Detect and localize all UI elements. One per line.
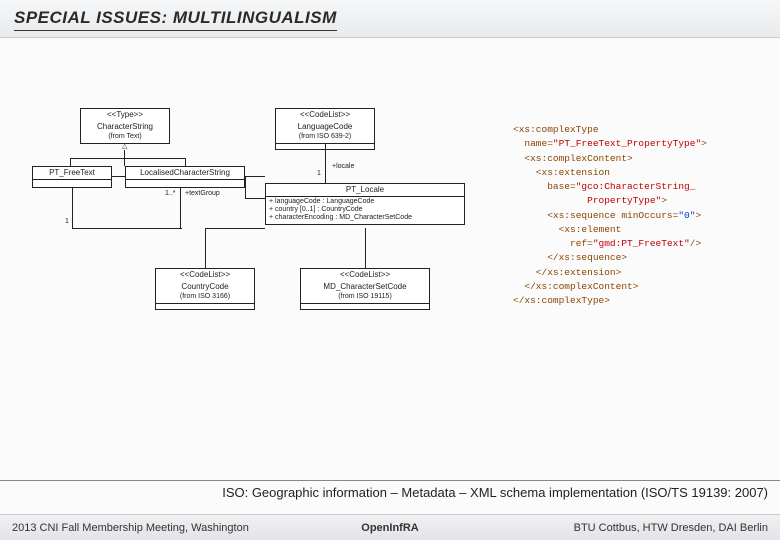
footer-right: BTU Cottbus, HTW Dresden, DAI Berlin: [574, 522, 768, 534]
slide-header: SPECIAL ISSUES: MULTILINGUALISM: [0, 0, 780, 38]
uml-class-countrycode: <<CodeList>> CountryCode (from ISO 3166): [155, 268, 255, 310]
uml-name: LanguageCode: [276, 121, 374, 133]
uml-role: +locale: [332, 163, 354, 170]
uml-diagram: <<Type>> CharacterString (from Text) △ P…: [20, 108, 480, 368]
uml-stereo: <<CodeList>>: [301, 269, 429, 281]
uml-connector: [325, 143, 326, 183]
uml-name: CountryCode: [156, 281, 254, 293]
uml-class-characterstring: <<Type>> CharacterString (from Text): [80, 108, 170, 144]
uml-class-ptfreetext: PT_FreeText: [32, 166, 112, 188]
uml-mult: 1: [317, 170, 321, 177]
uml-connector: [245, 176, 246, 198]
uml-stereo: <<CodeList>>: [276, 109, 374, 121]
uml-connector: [180, 188, 181, 228]
uml-mult: 1..*: [165, 190, 176, 197]
uml-connector: [72, 228, 182, 229]
footer-left: 2013 CNI Fall Membership Meeting, Washin…: [12, 522, 249, 534]
slide-title: SPECIAL ISSUES: MULTILINGUALISM: [14, 8, 337, 31]
uml-connector: [245, 176, 265, 177]
uml-name: PT_FreeText: [33, 167, 111, 179]
uml-connector: [72, 188, 73, 228]
uml-class-ptlocale: PT_Locale + languageCode : LanguageCode …: [265, 183, 465, 225]
uml-connector: [245, 198, 265, 199]
diagram-caption: ISO: Geographic information – Metadata –…: [0, 480, 780, 500]
uml-name: PT_Locale: [266, 184, 464, 196]
uml-stereo: <<Type>>: [81, 109, 169, 121]
uml-class-localisedcharstring: LocalisedCharacterString: [125, 166, 245, 188]
uml-stereo: <<CodeList>>: [156, 269, 254, 281]
uml-inheritance-arrow: △: [122, 142, 127, 150]
uml-empty: [33, 179, 111, 187]
uml-connector: [112, 176, 125, 177]
uml-mult: 1: [65, 218, 69, 225]
uml-connector: [365, 228, 366, 268]
uml-empty: [301, 303, 429, 309]
footer-center: OpenInfRA: [361, 522, 418, 534]
uml-name: LocalisedCharacterString: [126, 167, 244, 179]
uml-connector: [70, 158, 71, 166]
uml-connector: [185, 158, 186, 166]
uml-from: (from ISO 639-2): [276, 132, 374, 142]
uml-class-mdcharset: <<CodeList>> MD_CharacterSetCode (from I…: [300, 268, 430, 310]
uml-name: CharacterString: [81, 121, 169, 133]
slide-footer: 2013 CNI Fall Membership Meeting, Washin…: [0, 514, 780, 540]
uml-connector: [205, 228, 265, 229]
uml-empty: [156, 303, 254, 309]
uml-connector: [205, 228, 206, 268]
slide-content: <<Type>> CharacterString (from Text) △ P…: [0, 38, 780, 468]
uml-connector: [70, 158, 185, 159]
uml-role: +textGroup: [185, 190, 220, 197]
xml-schema-code: <xs:complexType name="PT_FreeText_Proper…: [513, 123, 758, 308]
uml-attrs: + languageCode : LanguageCode + country …: [266, 196, 464, 224]
uml-name: MD_CharacterSetCode: [301, 281, 429, 293]
uml-from: (from ISO 3166): [156, 292, 254, 302]
uml-from: (from ISO 19115): [301, 292, 429, 302]
uml-empty: [126, 179, 244, 187]
